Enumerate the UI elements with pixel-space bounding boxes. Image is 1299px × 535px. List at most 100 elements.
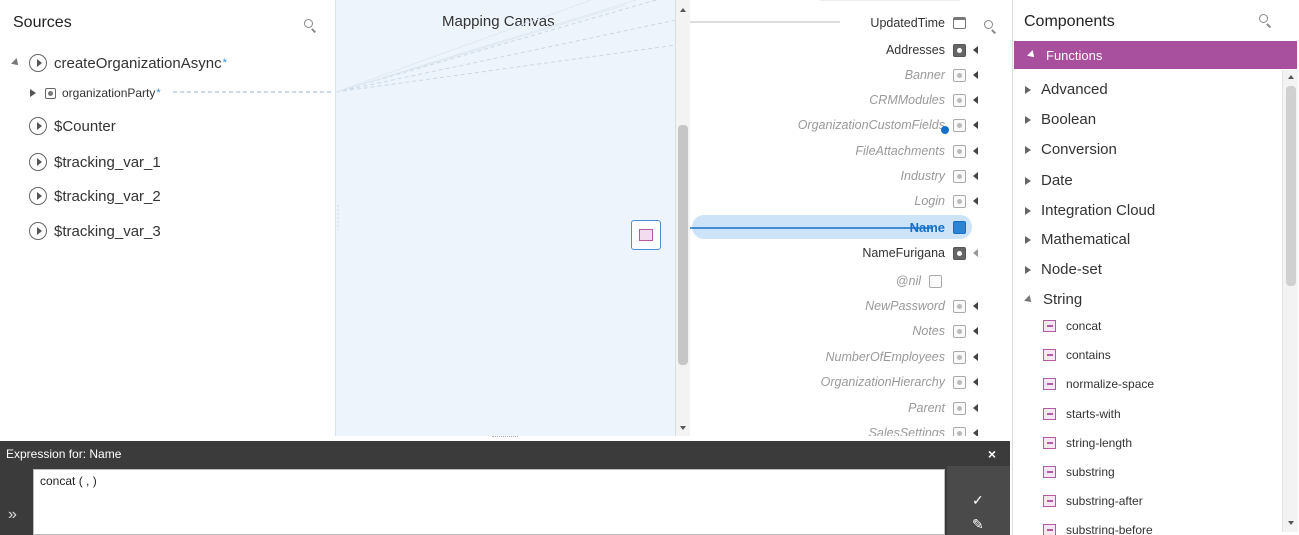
target-item-industry[interactable]: Industry [901, 165, 978, 187]
function-icon [1043, 466, 1056, 478]
target-item-organizationcustomfields[interactable]: OrganizationCustomFields [798, 114, 978, 136]
target-item-namefurigana[interactable]: NameFurigana [862, 242, 978, 264]
expand-left-arrow-icon[interactable] [973, 121, 978, 129]
expand-left-arrow-icon[interactable] [973, 404, 978, 412]
expand-left-arrow-icon[interactable] [973, 96, 978, 104]
element-icon [953, 144, 966, 158]
scroll-up-arrow-icon[interactable] [1288, 75, 1294, 79]
source-item-tracking-var-3[interactable]: $tracking_var_3 [29, 222, 161, 240]
target-item-name[interactable]: Name [910, 216, 966, 238]
expression-input[interactable]: concat ( , ) [33, 469, 945, 535]
element-icon [953, 299, 966, 313]
pencil-icon[interactable]: ✎ [972, 516, 984, 533]
scroll-down-arrow-icon[interactable] [1288, 521, 1294, 525]
scroll-up-arrow-icon[interactable] [680, 8, 686, 12]
element-icon [953, 401, 966, 415]
target-item-nil[interactable]: @nil [896, 270, 942, 292]
node-expand-icon [29, 222, 47, 240]
function-starts-with[interactable]: starts-with [1043, 407, 1121, 421]
components-scrollbar[interactable] [1282, 70, 1298, 532]
element-icon [953, 246, 966, 260]
function-substring-after[interactable]: substring-after [1043, 494, 1143, 508]
target-item-login[interactable]: Login [914, 190, 978, 212]
expand-left-arrow-icon[interactable] [973, 197, 978, 205]
function-icon [1043, 524, 1056, 535]
components-title: Components [1024, 13, 1115, 30]
expand-arrow-icon [1025, 235, 1031, 244]
source-item-tracking-var-1[interactable]: $tracking_var_1 [29, 153, 161, 171]
element-icon [953, 169, 966, 183]
canvas-scrollbar[interactable] [675, 0, 690, 436]
element-icon [953, 350, 966, 364]
category-advanced[interactable]: Advanced [1025, 81, 1108, 98]
expand-left-arrow-icon[interactable] [973, 353, 978, 361]
expand-left-arrow-icon[interactable] [973, 429, 978, 436]
category-node-set[interactable]: Node-set [1025, 261, 1102, 278]
function-icon [1043, 320, 1056, 332]
target-item-fileattachments[interactable]: FileAttachments [855, 140, 978, 162]
target-panel: UpdatedTime Addresses Banner CRMModules … [690, 0, 1010, 436]
target-item-newpassword[interactable]: NewPassword [865, 295, 978, 317]
expand-left-arrow-icon[interactable] [973, 172, 978, 180]
expand-left-arrow-icon[interactable] [973, 378, 978, 386]
expand-arrow-icon [1025, 115, 1031, 124]
function-substring-before[interactable]: substring-before [1043, 523, 1153, 535]
close-icon[interactable]: × [988, 446, 996, 462]
function-normalize-space[interactable]: normalize-space [1043, 377, 1154, 391]
functions-header[interactable]: Functions [1014, 41, 1297, 69]
target-item-notes[interactable]: Notes [912, 320, 978, 342]
category-conversion[interactable]: Conversion [1025, 141, 1117, 158]
components-panel: Components Functions Advanced Boolean Co… [1012, 0, 1299, 535]
expand-left-arrow-icon[interactable] [973, 249, 978, 257]
target-item-updatedtime[interactable]: UpdatedTime [870, 12, 966, 34]
expand-icon[interactable]: » [8, 506, 17, 524]
expression-actions: ✓ ✎ [947, 466, 1010, 535]
search-icon[interactable] [1259, 14, 1273, 28]
expand-left-arrow-icon[interactable] [973, 71, 978, 79]
collapse-arrow-icon [1027, 50, 1037, 60]
mapping-canvas[interactable]: Mapping Canvas [335, 0, 676, 436]
function-contains[interactable]: contains [1043, 348, 1111, 362]
function-substring[interactable]: substring [1043, 465, 1115, 479]
function-concat[interactable]: concat [1043, 319, 1101, 333]
scroll-thumb[interactable] [678, 125, 688, 365]
target-item-salessettings[interactable]: SalesSettings [869, 422, 978, 436]
expand-left-arrow-icon[interactable] [973, 302, 978, 310]
category-string[interactable]: String [1024, 291, 1082, 308]
category-integration-cloud[interactable]: Integration Cloud [1025, 202, 1155, 219]
expand-arrow-icon [1025, 176, 1031, 185]
function-icon [1043, 349, 1056, 361]
category-mathematical[interactable]: Mathematical [1025, 231, 1130, 248]
collapse-arrow-icon [1024, 294, 1034, 305]
target-item-banner[interactable]: Banner [905, 64, 978, 86]
expand-left-arrow-icon[interactable] [973, 327, 978, 335]
function-string-length[interactable]: string-length [1043, 436, 1132, 450]
source-connector-line [173, 91, 334, 93]
mapped-indicator-dot [941, 126, 949, 134]
target-item-parent[interactable]: Parent [908, 397, 978, 419]
scroll-down-arrow-icon[interactable] [680, 426, 686, 430]
element-icon [953, 194, 966, 208]
category-date[interactable]: Date [1025, 172, 1073, 189]
expand-arrow-icon [1025, 145, 1031, 154]
element-icon [953, 375, 966, 389]
node-expand-icon [29, 153, 47, 171]
element-icon [953, 324, 966, 338]
expand-left-arrow-icon[interactable] [973, 147, 978, 155]
expression-editor: » concat ( , ) ✓ ✎ [0, 466, 1010, 535]
target-item-crmmodules[interactable]: CRMModules [869, 89, 978, 111]
node-expand-icon [29, 187, 47, 205]
calendar-icon [953, 17, 966, 29]
category-boolean[interactable]: Boolean [1025, 111, 1096, 128]
function-node[interactable] [631, 220, 661, 250]
search-icon[interactable] [984, 20, 998, 34]
expression-label: Expression for: [6, 446, 87, 461]
check-icon[interactable]: ✓ [972, 492, 984, 509]
source-item-tracking-var-2[interactable]: $tracking_var_2 [29, 187, 161, 205]
target-item-addresses[interactable]: Addresses [886, 39, 978, 61]
scroll-thumb[interactable] [1286, 86, 1296, 286]
target-item-organizationhierarchy[interactable]: OrganizationHierarchy [821, 371, 978, 393]
expand-left-arrow-icon[interactable] [973, 46, 978, 54]
target-item-numberofemployees[interactable]: NumberOfEmployees [826, 346, 978, 368]
function-icon [1043, 378, 1056, 390]
